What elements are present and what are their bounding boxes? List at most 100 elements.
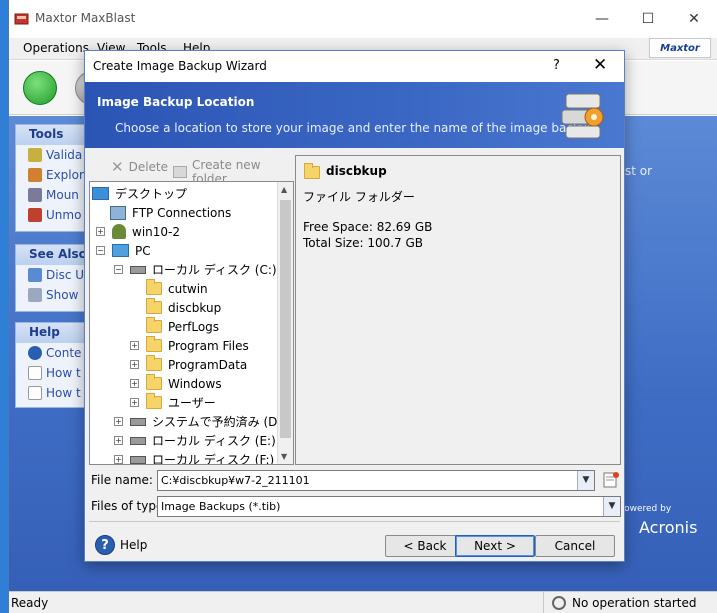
sidebar-item-how-to-1[interactable]: How t [16, 363, 94, 383]
drive-icon [130, 436, 146, 445]
disc-icon [28, 268, 42, 282]
detail-name: discbkup [326, 164, 387, 178]
see-also-panel: See Also Disc U Show [15, 244, 95, 312]
sidebar-item-validate[interactable]: Valida [16, 145, 94, 165]
folder-icon [146, 336, 162, 352]
sidebar-item-how-to-2[interactable]: How t [16, 383, 94, 403]
back-button[interactable]: < Back [385, 535, 465, 557]
tree-item-folder[interactable]: + ユーザー [130, 393, 216, 412]
help-panel: Help Conte How t How t [15, 322, 95, 408]
help-circle-icon [28, 346, 42, 360]
sidebar-item-explore[interactable]: Explor [16, 165, 94, 185]
new-folder-icon [173, 166, 188, 178]
desktop-icon [92, 187, 109, 200]
network-icon [110, 205, 126, 220]
tools-panel-title: Tools [16, 125, 94, 145]
folder-icon [146, 317, 162, 333]
title-bar: Maxtor MaxBlast — ☐ ✕ [9, 0, 717, 38]
menu-operations[interactable]: Operations [23, 41, 89, 55]
tree-item-folder[interactable]: + Windows [130, 374, 222, 393]
unmount-icon [28, 208, 42, 222]
computer-icon [112, 244, 129, 257]
file-type-select[interactable]: Image Backups (*.tib) ▼ [157, 496, 621, 517]
back-arrow-icon[interactable] [23, 71, 57, 105]
expand-toggle[interactable]: + [130, 341, 139, 350]
tree-item-user[interactable]: + win10-2 [96, 222, 180, 241]
validate-icon [28, 148, 42, 162]
tree-item-drive-e[interactable]: + ローカル ディスク (E:) [114, 431, 276, 450]
tree-item-pc[interactable]: − PC [96, 241, 151, 260]
status-ready: Ready [11, 596, 49, 610]
delete-button[interactable]: ✕ Delete [111, 158, 168, 176]
folder-icon [146, 374, 162, 390]
dialog-close-button[interactable]: ✕ [593, 55, 607, 75]
user-icon [112, 224, 126, 239]
operation-icon [552, 595, 566, 610]
expand-toggle[interactable]: + [130, 360, 139, 369]
tree-item-folder[interactable]: + ProgramData [130, 355, 247, 374]
collapse-toggle[interactable]: − [96, 246, 105, 255]
sidebar-item-show[interactable]: Show [16, 285, 94, 305]
folder-icon [146, 393, 162, 409]
background-text-fragment: st or [625, 164, 653, 178]
sidebar-item-unmount[interactable]: Unmo [16, 205, 94, 225]
explore-icon [28, 168, 42, 182]
detail-type: ファイル フォルダー [303, 190, 415, 204]
minimize-button[interactable]: — [579, 0, 625, 38]
see-also-panel-title: See Also [16, 245, 94, 265]
status-operation: No operation started [543, 592, 697, 613]
wizard-banner: Image Backup Location Choose a location … [85, 82, 624, 148]
details-panel: discbkup ファイル フォルダー Free Space: 82.69 GB… [295, 155, 621, 465]
banner-title: Image Backup Location [97, 95, 255, 109]
browse-icon[interactable] [601, 470, 621, 490]
sidebar-item-disc-utilities[interactable]: Disc U [16, 265, 94, 285]
sidebar-item-contents[interactable]: Conte [16, 343, 94, 363]
chevron-down-icon[interactable]: ▼ [603, 497, 620, 516]
tree-item-folder[interactable]: PerfLogs [146, 317, 219, 336]
banner-subtitle: Choose a location to store your image an… [115, 121, 599, 135]
acronis-logo: Powered by Acronis [619, 504, 698, 537]
chevron-down-icon[interactable]: ▼ [577, 471, 594, 490]
close-button[interactable]: ✕ [671, 0, 717, 38]
detail-total-size: Total Size: 100.7 GB [303, 236, 424, 250]
backup-wizard-dialog: Create Image Backup Wizard ? ✕ Image Bac… [84, 50, 625, 562]
tree-item-desktop[interactable]: デスクトップ [92, 184, 187, 203]
tree-item-drive-f[interactable]: + ローカル ディスク (F:) [114, 450, 274, 464]
tree-item-folder[interactable]: cutwin [146, 279, 208, 298]
maximize-button[interactable]: ☐ [625, 0, 671, 38]
folder-tree[interactable]: デスクトップ FTP Connections + win10-2 − PC − … [89, 181, 294, 465]
tree-item-drive-c[interactable]: − ローカル ディスク (C:) [114, 260, 277, 279]
file-name-input[interactable]: C:¥discbkup¥w7-2_211101 ▼ [157, 470, 595, 491]
collapse-toggle[interactable]: − [114, 265, 123, 274]
dialog-help-button[interactable]: ? [553, 58, 560, 73]
tools-panel: Tools Valida Explor Moun Unmo [15, 124, 95, 232]
cancel-button[interactable]: Cancel [535, 535, 615, 557]
app-title: Maxtor MaxBlast [35, 11, 136, 25]
file-type-label: Files of type: [91, 499, 168, 513]
tree-item-folder[interactable]: discbkup [146, 298, 221, 317]
detail-free-space: Free Space: 82.69 GB [303, 220, 433, 234]
drive-icon [130, 265, 146, 274]
expand-toggle[interactable]: + [114, 455, 123, 464]
backup-disk-icon [561, 93, 604, 139]
drive-icon [130, 455, 146, 464]
expand-toggle[interactable]: + [96, 227, 105, 236]
tree-item-drive-d[interactable]: + システムで予約済み (D:) [114, 412, 286, 431]
expand-toggle[interactable]: + [114, 417, 123, 426]
doc-icon [28, 366, 42, 380]
expand-toggle[interactable]: + [114, 436, 123, 445]
scroll-up-icon[interactable]: ▲ [281, 185, 287, 194]
expand-toggle[interactable]: + [130, 379, 139, 388]
location-toolbar: ✕ Delete Create new folder [85, 154, 291, 186]
scroll-down-icon[interactable]: ▼ [281, 452, 287, 461]
sidebar-item-mount[interactable]: Moun [16, 185, 94, 205]
tree-item-ftp[interactable]: FTP Connections [110, 203, 231, 222]
help-link[interactable]: ? Help [95, 535, 147, 555]
delete-x-icon: ✕ [111, 158, 124, 176]
tree-item-folder[interactable]: + Program Files [130, 336, 249, 355]
tree-scrollbar[interactable]: ▲ ▼ [277, 182, 293, 464]
folder-icon [146, 279, 162, 295]
scroll-thumb[interactable] [280, 200, 291, 438]
expand-toggle[interactable]: + [130, 398, 139, 407]
next-button[interactable]: Next > [455, 535, 535, 557]
